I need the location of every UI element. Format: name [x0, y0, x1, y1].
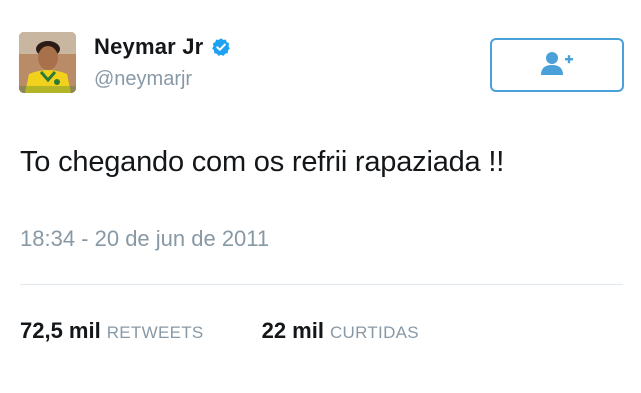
likes-count: 22 mil	[261, 318, 324, 343]
name-row: Neymar Jr	[94, 34, 231, 60]
tweet-stats: 72,5 mil RETWEETS 22 mil CURTIDAS	[20, 318, 419, 344]
avatar[interactable]	[19, 32, 76, 93]
user-handle[interactable]: @neymarjr	[94, 68, 192, 91]
avatar-photo	[19, 32, 76, 93]
retweets-stat[interactable]: 72,5 mil RETWEETS	[20, 318, 204, 344]
likes-stat[interactable]: 22 mil CURTIDAS	[262, 318, 419, 344]
divider	[20, 284, 623, 285]
retweets-label: RETWEETS	[106, 323, 204, 342]
retweets-count: 72,5 mil	[20, 318, 101, 343]
tweet-timestamp[interactable]: 18:34 - 20 de jun de 2011	[20, 226, 269, 252]
follow-button[interactable]	[490, 38, 624, 92]
tweet-text: To chegando com os refrii rapaziada !!	[20, 146, 505, 178]
verified-badge-icon	[211, 37, 231, 57]
likes-label: CURTIDAS	[329, 323, 419, 342]
tweet-card: Neymar Jr @neymarjr To chegando com os r…	[0, 0, 641, 393]
display-name[interactable]: Neymar Jr	[94, 34, 203, 60]
add-user-icon	[540, 50, 574, 81]
